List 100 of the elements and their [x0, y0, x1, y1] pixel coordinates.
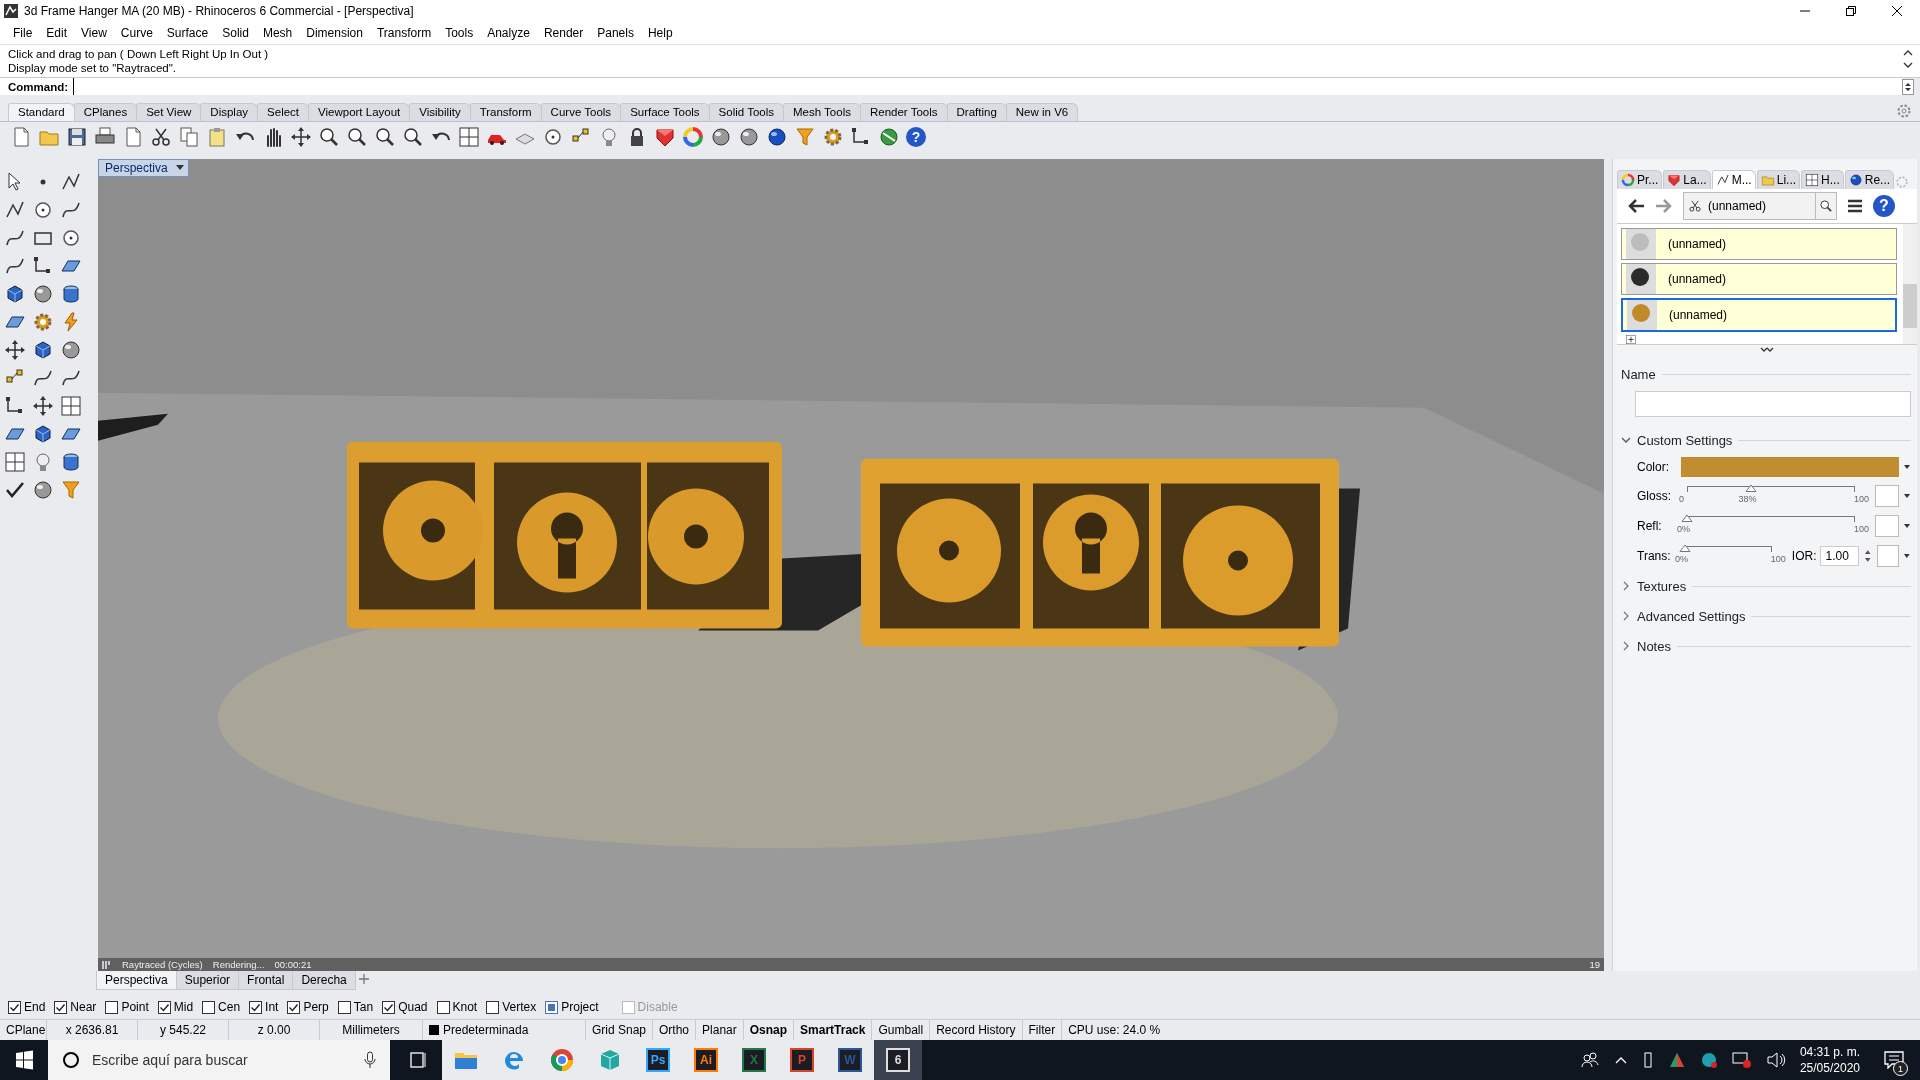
osnap-option[interactable]: Perp: [287, 1000, 329, 1014]
magnifier-icon[interactable]: [374, 126, 396, 148]
menu-item[interactable]: Tools: [438, 26, 481, 40]
sphere-icon[interactable]: [710, 126, 732, 148]
gear-icon[interactable]: [822, 126, 844, 148]
menu-item[interactable]: Edit: [39, 26, 75, 40]
antivirus-icon[interactable]: [1699, 1051, 1718, 1069]
menu-item[interactable]: Transform: [369, 26, 439, 40]
magnifier-icon[interactable]: [346, 126, 368, 148]
slider-thumb[interactable]: [1679, 544, 1691, 552]
checkbox[interactable]: [545, 1000, 559, 1014]
section-title[interactable]: Notes: [1637, 638, 1671, 654]
dropdown-arrow-icon[interactable]: [1903, 464, 1911, 470]
scrollbar[interactable]: [1903, 224, 1917, 344]
move-arrows-icon[interactable]: [290, 126, 312, 148]
viewport-tab[interactable]: Frontal: [238, 971, 294, 990]
checkbox[interactable]: [382, 1000, 396, 1014]
cube-icon[interactable]: [32, 423, 54, 445]
toolbar-tab[interactable]: Solid Tools: [708, 103, 784, 121]
color-swatch[interactable]: [1681, 457, 1899, 477]
copy-icon[interactable]: [178, 126, 200, 148]
people-icon[interactable]: [1579, 1050, 1600, 1070]
shield-icon[interactable]: [654, 126, 676, 148]
panel-tab[interactable]: M...: [1711, 170, 1756, 189]
move-arrows-icon[interactable]: [4, 339, 26, 361]
microphone-icon[interactable]: [364, 1051, 376, 1069]
panel-tab[interactable]: H...: [1801, 170, 1844, 189]
section-title[interactable]: Advanced Settings: [1637, 608, 1746, 624]
menu-item[interactable]: Analyze: [480, 26, 537, 40]
sphere-icon[interactable]: [32, 479, 54, 501]
toolbar-tab[interactable]: Curve Tools: [540, 103, 622, 121]
toolbar-tab[interactable]: Display: [200, 103, 259, 121]
menu-icon[interactable]: [1847, 199, 1863, 213]
osnap-option[interactable]: Quad: [382, 1000, 428, 1014]
checkbox[interactable]: [8, 1000, 21, 1014]
sphere-icon[interactable]: [738, 126, 760, 148]
triangle-app-icon[interactable]: [1667, 1051, 1686, 1069]
taskbar-app-button[interactable]: Ps: [634, 1040, 682, 1080]
menu-item[interactable]: Dimension: [299, 26, 370, 40]
taskbar-app-button[interactable]: Ai: [682, 1040, 730, 1080]
osnap-option[interactable]: Int: [249, 1000, 279, 1014]
move-arrows-icon[interactable]: [32, 395, 54, 417]
toolbar-tab[interactable]: Standard: [8, 103, 75, 121]
notifications-button[interactable]: 1: [1874, 1040, 1914, 1080]
toolbar-tab[interactable]: Transform: [469, 103, 542, 121]
slider-thumb[interactable]: [1681, 514, 1693, 522]
checkbox[interactable]: [54, 1000, 68, 1014]
forward-arrow-icon[interactable]: [1655, 198, 1673, 214]
taskbar-app-button[interactable]: P: [778, 1040, 826, 1080]
menu-item[interactable]: Render: [536, 26, 591, 40]
gear-icon[interactable]: [32, 311, 54, 333]
sphere-icon[interactable]: [60, 339, 82, 361]
back-arrow-icon[interactable]: [1627, 198, 1645, 214]
clipboard-icon[interactable]: [206, 126, 228, 148]
menu-item[interactable]: Help: [640, 26, 680, 40]
ior-field[interactable]: 1.00: [1820, 546, 1859, 566]
material-item[interactable]: (unnamed): [1621, 298, 1897, 332]
toolbar-tab[interactable]: Drafting: [946, 103, 1007, 121]
sphere-icon[interactable]: [766, 126, 788, 148]
menu-item[interactable]: Panels: [590, 26, 641, 40]
menu-item[interactable]: Solid: [215, 26, 256, 40]
material-item[interactable]: (unnamed): [1621, 228, 1897, 260]
help-button[interactable]: ?: [1873, 195, 1895, 217]
clock-date[interactable]: 25/05/2020: [1799, 1060, 1860, 1076]
checkbox[interactable]: [157, 1000, 171, 1014]
panel-tab[interactable]: Pr...: [1617, 170, 1663, 189]
network-error-icon[interactable]: [1731, 1051, 1752, 1069]
viewport-tab[interactable]: Superior: [175, 971, 240, 990]
menu-item[interactable]: Mesh: [255, 26, 300, 40]
toolbar-tab[interactable]: Render Tools: [859, 103, 948, 121]
dropdown-arrow-icon[interactable]: [1903, 553, 1911, 559]
usb-drive-icon[interactable]: [1641, 1051, 1654, 1069]
checkbox[interactable]: [249, 1000, 263, 1014]
sphere-icon[interactable]: [32, 283, 54, 305]
toolbar-tab[interactable]: Viewport Layout: [308, 103, 411, 121]
clock-time[interactable]: 04:31 p. m.: [1799, 1044, 1860, 1060]
magnifier-icon[interactable]: [402, 126, 424, 148]
slider-thumb[interactable]: [1744, 484, 1757, 492]
panel-tab[interactable]: La...: [1663, 170, 1711, 189]
spin-arrows-icon[interactable]: [1902, 78, 1914, 95]
caret-icon[interactable]: [175, 165, 184, 171]
circle-icon[interactable]: [60, 227, 82, 249]
section-title[interactable]: Textures: [1637, 578, 1687, 594]
cube-icon[interactable]: [32, 339, 54, 361]
panel-tab[interactable]: Re...: [1844, 170, 1895, 189]
toolbar-tab[interactable]: Visibility: [409, 103, 471, 121]
funnel-icon[interactable]: [794, 126, 816, 148]
taskbar-app-button[interactable]: 6: [874, 1040, 922, 1080]
viewport-tab[interactable]: Perspectiva: [96, 971, 177, 990]
scissors-icon[interactable]: [150, 126, 172, 148]
panel-tab[interactable]: Li...: [1756, 170, 1801, 189]
toolbar-tab[interactable]: CPlanes: [73, 103, 138, 121]
viewport-label[interactable]: Perspectiva: [98, 159, 189, 177]
osnap-option[interactable]: Mid: [157, 1000, 194, 1014]
osnap-option[interactable]: End: [8, 1000, 46, 1014]
section-title[interactable]: Custom Settings: [1637, 432, 1733, 448]
viewport-tab[interactable]: Derecha: [292, 971, 356, 990]
dropdown-arrow-icon[interactable]: [1903, 493, 1911, 499]
checkbox[interactable]: [337, 1000, 351, 1014]
speaker-icon[interactable]: [1765, 1051, 1786, 1069]
